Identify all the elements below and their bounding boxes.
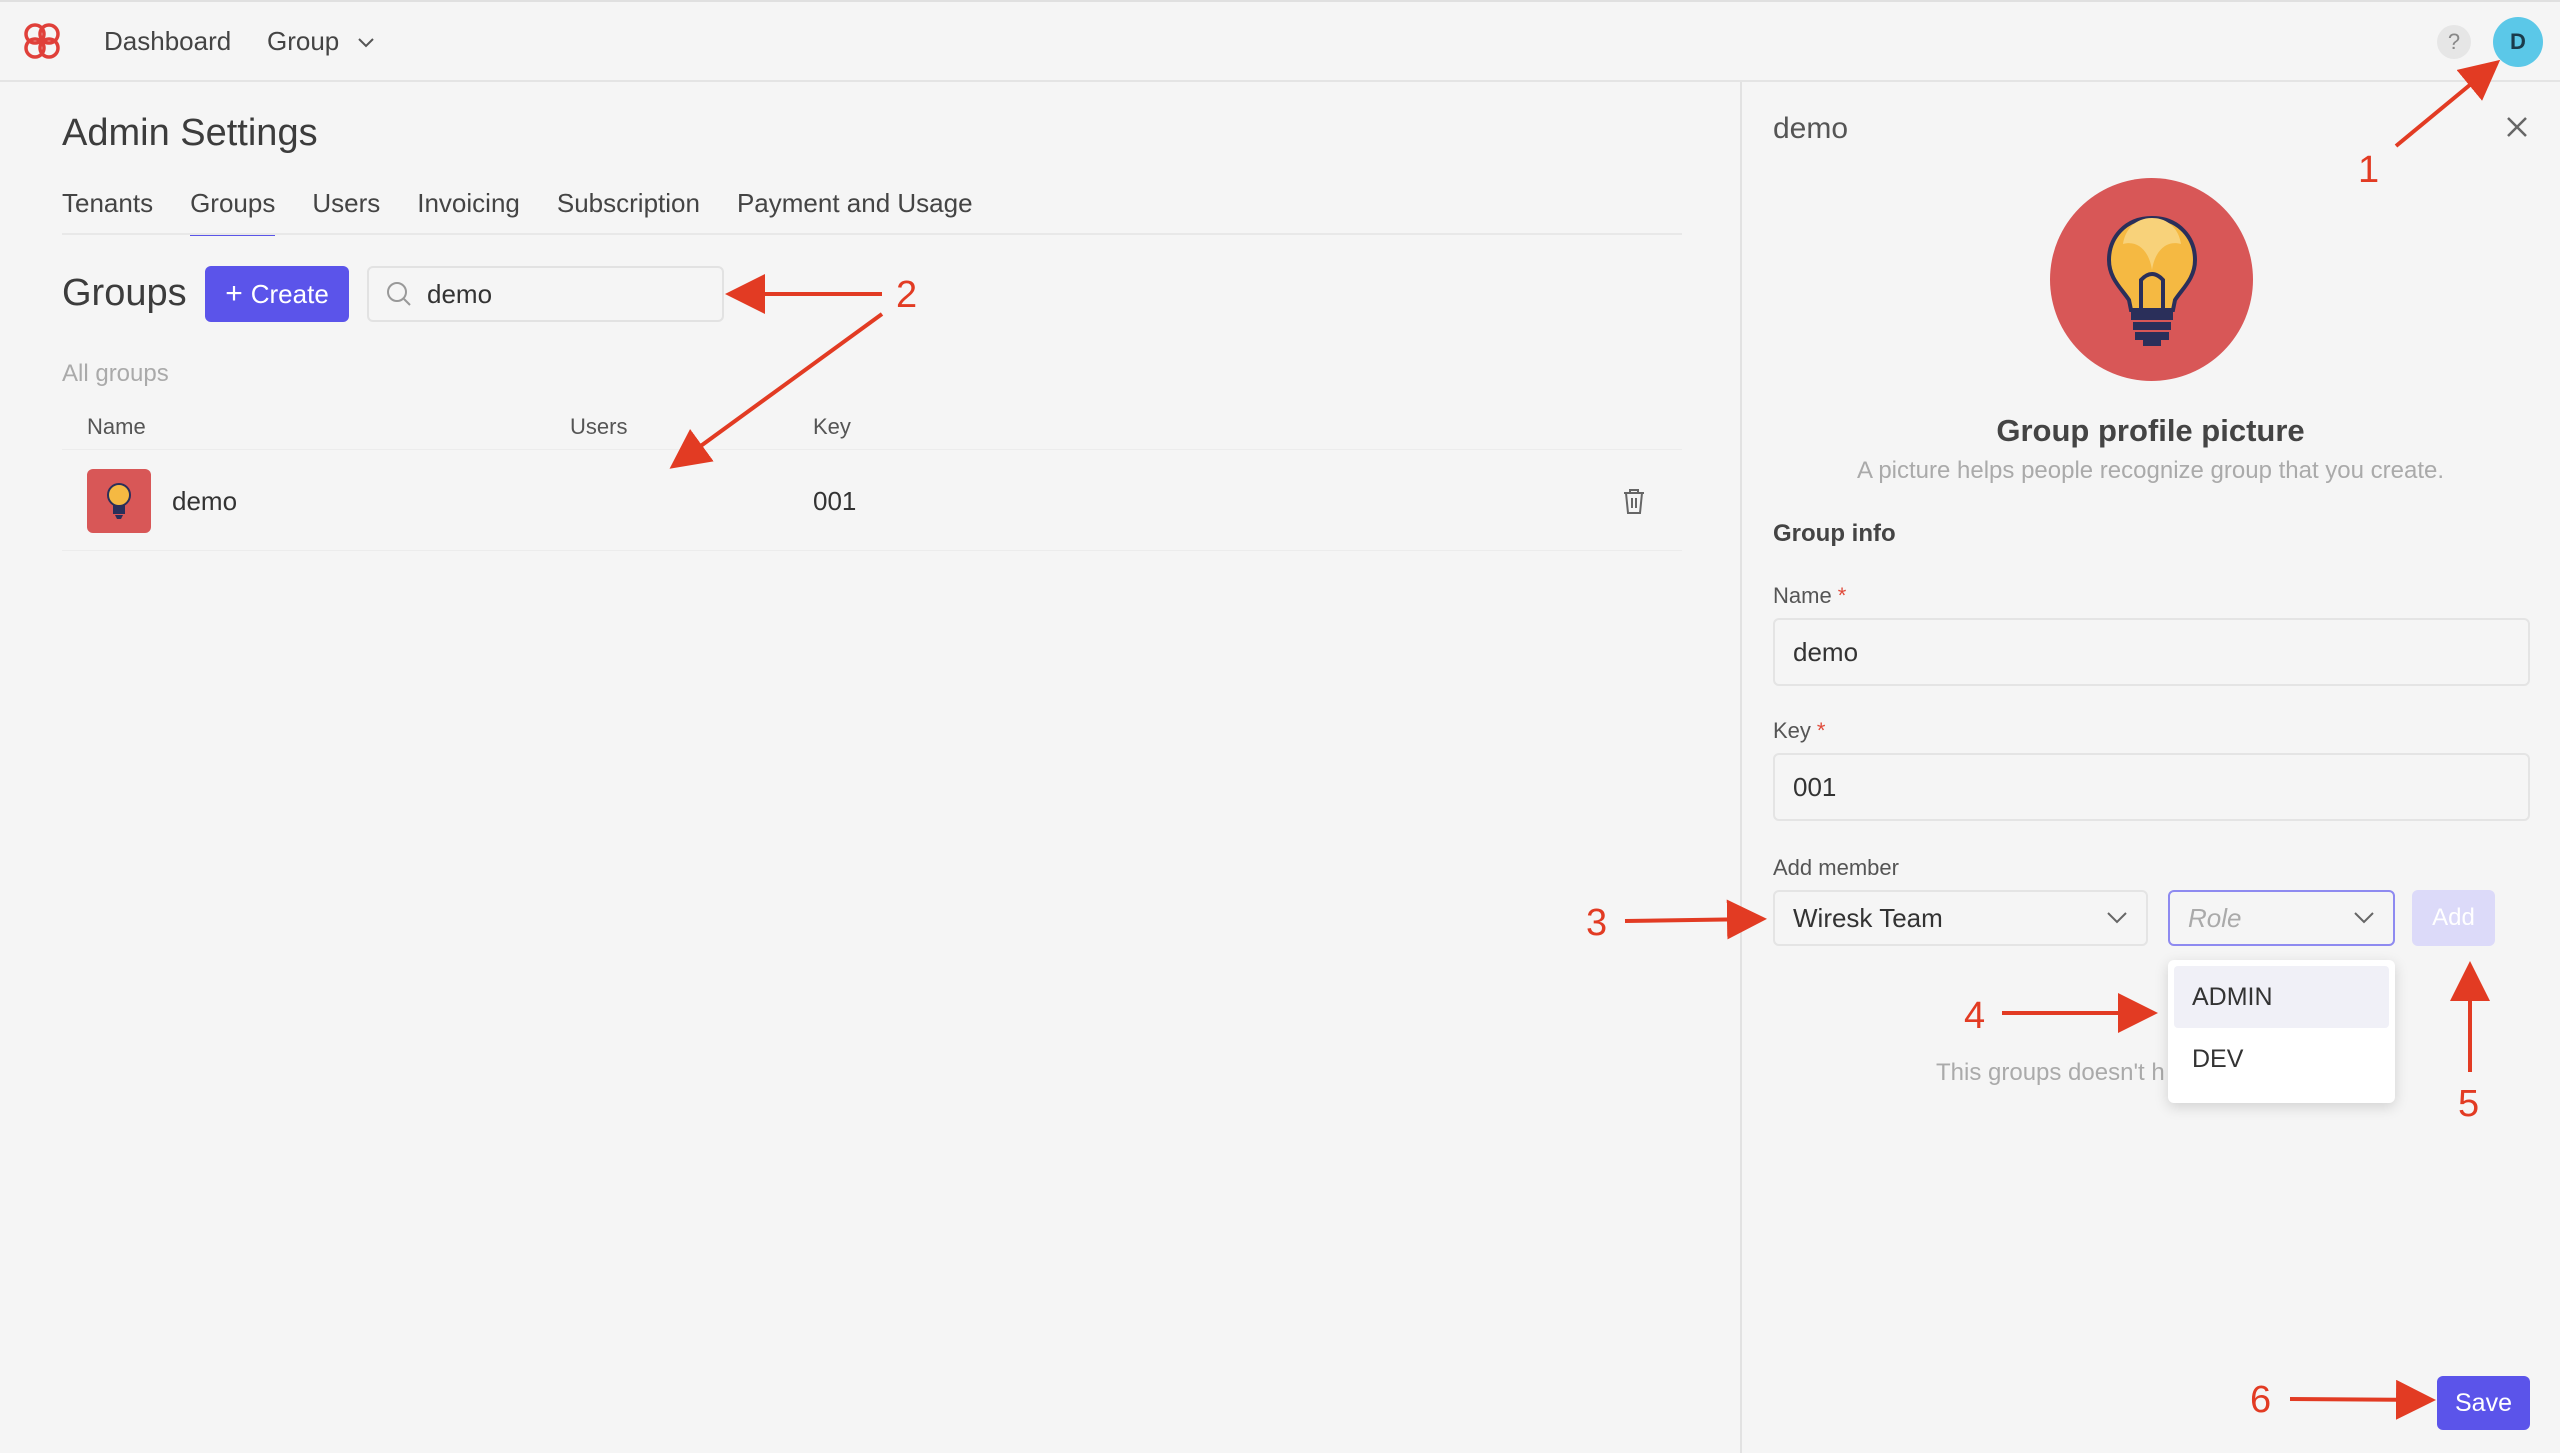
nav-group-label: Group (267, 26, 340, 56)
panel-title: demo (1773, 112, 1849, 145)
column-header-key: Key (813, 414, 851, 439)
close-icon[interactable] (2503, 113, 2531, 141)
chevron-down-icon (2354, 912, 2374, 924)
group-search-input[interactable]: demo (367, 266, 724, 322)
role-dropdown-menu: ADMIN DEV (2168, 960, 2395, 1103)
tab-subscription[interactable]: Subscription (557, 188, 700, 236)
tabs-divider (62, 233, 1682, 235)
lightbulb-icon (2106, 215, 2197, 346)
group-profile-picture[interactable] (2050, 178, 2253, 381)
tab-payment-and-usage[interactable]: Payment and Usage (737, 188, 973, 236)
chevron-down-icon (2107, 912, 2127, 924)
top-bar (0, 0, 2560, 82)
group-row-name[interactable]: demo (172, 486, 237, 517)
annotation-number-4: 4 (1964, 995, 1985, 1037)
groups-heading: Groups (62, 272, 187, 314)
header-divider (62, 449, 1682, 450)
nav-group-menu[interactable]: Group (267, 26, 375, 57)
group-row-key: 001 (813, 486, 857, 516)
page-title: Admin Settings (62, 112, 318, 154)
no-members-message: This groups doesn't h (1936, 1059, 2165, 1086)
member-select-value: Wiresk Team (1793, 902, 1943, 933)
settings-tabs: Tenants Groups Users Invoicing Subscript… (62, 188, 1010, 236)
panel-divider (1740, 82, 1742, 1453)
group-key-field[interactable]: 001 (1773, 753, 2530, 821)
chevron-down-icon (357, 38, 374, 48)
annotation-arrow-3 (1624, 899, 1767, 940)
search-icon (387, 282, 411, 306)
key-field-label: Key * (1773, 718, 1826, 743)
add-member-button[interactable]: Add (2412, 890, 2495, 946)
role-option-dev[interactable]: DEV (2174, 1028, 2389, 1090)
search-value: demo (427, 278, 493, 309)
column-header-users: Users (570, 414, 628, 439)
save-button[interactable]: Save (2437, 1376, 2530, 1430)
role-option-admin[interactable]: ADMIN (2174, 966, 2389, 1028)
help-button[interactable]: ? (2437, 25, 2471, 59)
trash-icon[interactable] (1620, 486, 1648, 516)
group-name-field[interactable]: demo (1773, 618, 2530, 686)
name-field-label: Name * (1773, 583, 1847, 608)
column-header-name: Name (87, 414, 146, 439)
tab-groups[interactable]: Groups (190, 188, 276, 236)
nav-dashboard[interactable]: Dashboard (104, 26, 231, 57)
tab-users[interactable]: Users (312, 188, 380, 236)
app-logo-icon[interactable] (18, 20, 66, 64)
profile-picture-title: Group profile picture (1996, 413, 2305, 448)
annotation-number-2: 2 (896, 274, 917, 316)
tab-tenants[interactable]: Tenants (62, 188, 153, 236)
row-divider (62, 550, 1682, 551)
plus-icon: + (225, 277, 243, 310)
create-label: Create (250, 278, 329, 309)
lightbulb-icon (107, 483, 131, 519)
annotation-number-1: 1 (2358, 149, 2379, 191)
annotation-number-3: 3 (1586, 902, 1607, 944)
profile-picture-subtitle: A picture helps people recognize group t… (1856, 457, 2445, 484)
role-select-placeholder: Role (2188, 902, 2242, 933)
member-select[interactable]: Wiresk Team (1773, 890, 2148, 946)
group-info-heading: Group info (1773, 520, 1896, 547)
annotation-arrow-6 (2289, 1379, 2436, 1420)
role-select[interactable]: Role (2168, 890, 2395, 946)
annotation-number-6: 6 (2250, 1379, 2271, 1421)
all-groups-label: All groups (62, 360, 169, 387)
annotation-arrow-2b (669, 312, 884, 469)
add-member-label: Add member (1773, 855, 1899, 880)
annotation-number-5: 5 (2458, 1083, 2479, 1125)
user-avatar[interactable]: D (2493, 17, 2543, 67)
create-group-button[interactable]: + Create (205, 266, 349, 322)
tab-invoicing[interactable]: Invoicing (417, 188, 520, 236)
group-row-avatar[interactable] (87, 469, 151, 533)
